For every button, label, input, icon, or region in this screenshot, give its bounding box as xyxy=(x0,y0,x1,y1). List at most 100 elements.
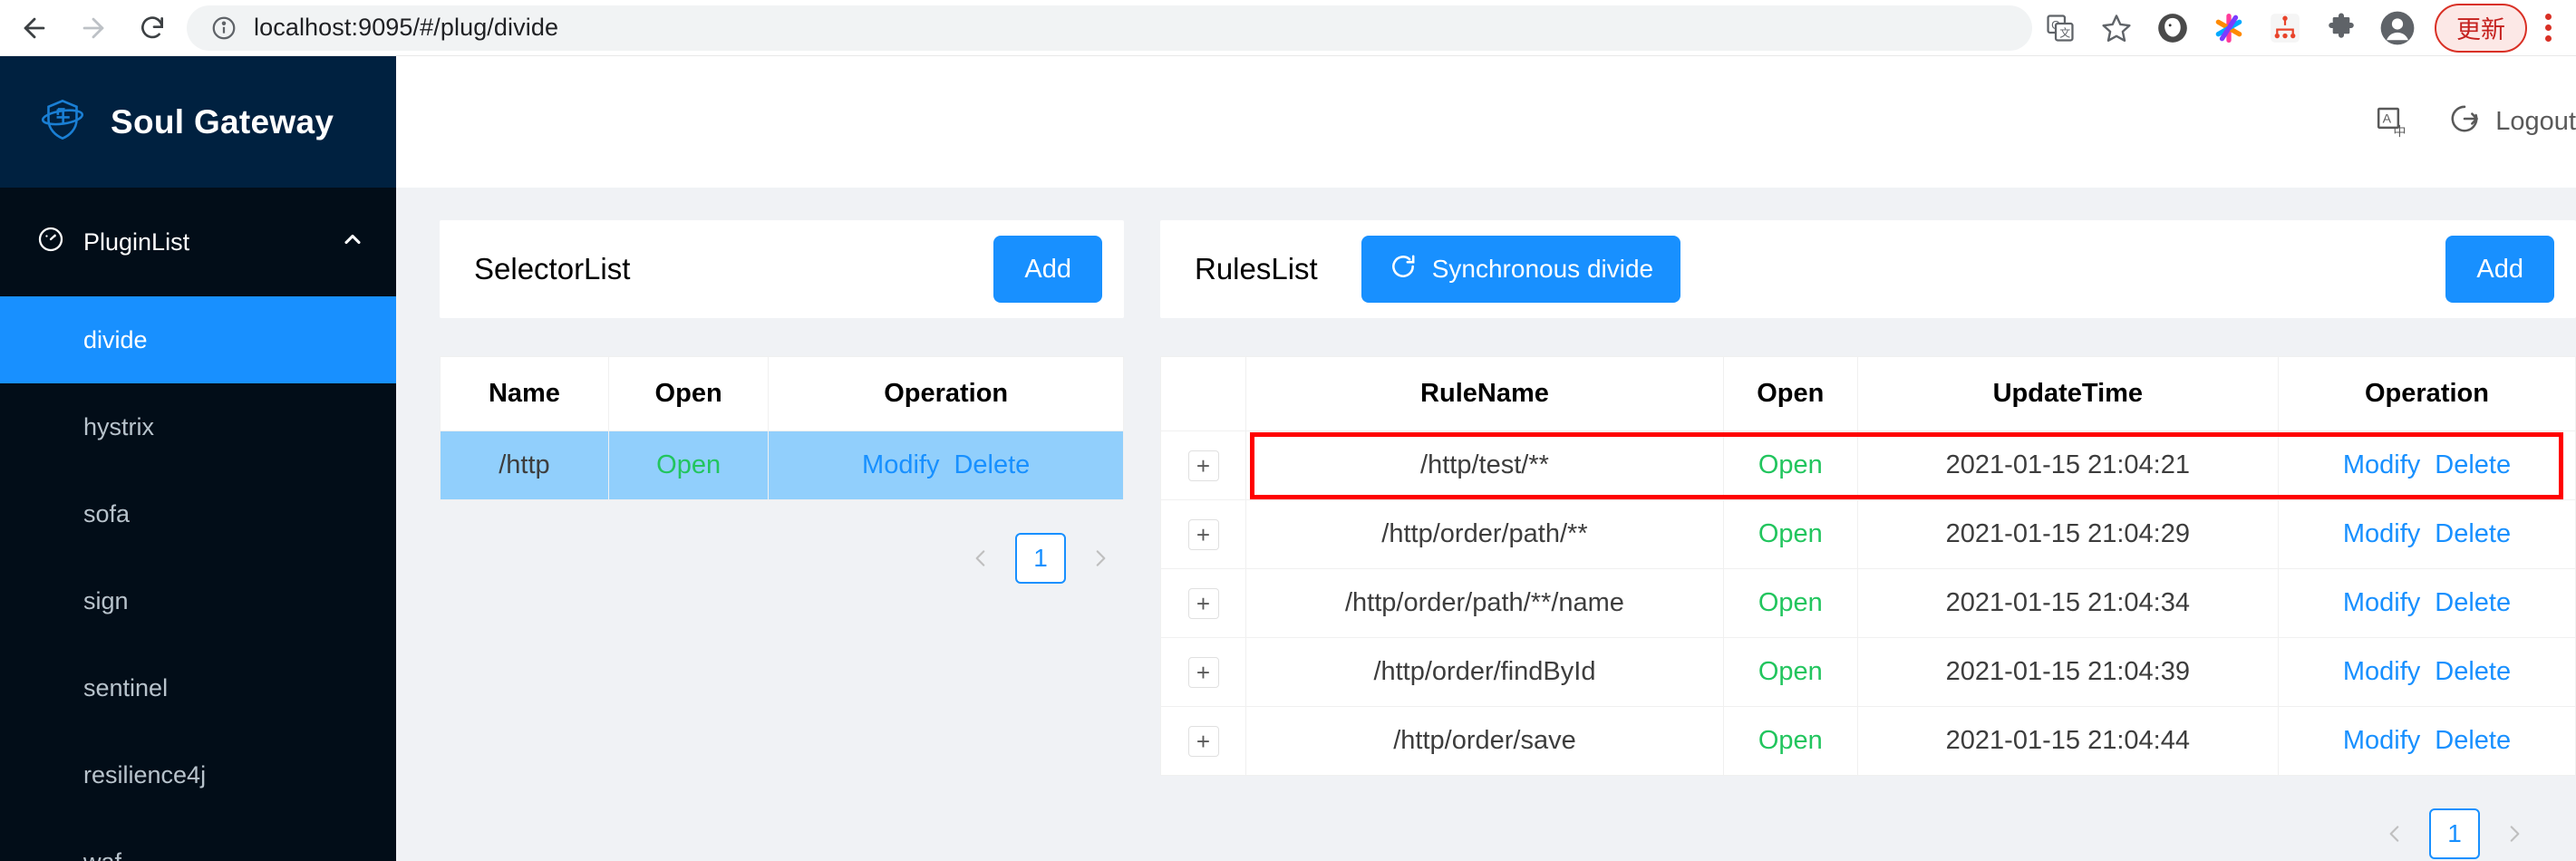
selector-table-header-row: Name Open Operation xyxy=(440,356,1124,431)
rules-pagination: 1 xyxy=(1160,808,2576,859)
rules-col-open: Open xyxy=(1722,356,1858,431)
rules-next-page-icon[interactable] xyxy=(2496,808,2532,859)
selector-panel-header: SelectorList Add xyxy=(440,220,1124,318)
plus-expand-icon[interactable]: + xyxy=(1187,518,1219,550)
rules-table-row[interactable]: + /http/order/findById Open 2021-01-15 21:0… xyxy=(1160,637,2576,707)
status-badge: Open xyxy=(1758,657,1823,686)
rules-updatetime-cell: 2021-01-15 21:04:29 xyxy=(1856,499,2279,569)
plus-expand-icon[interactable]: + xyxy=(1187,656,1219,688)
rules-expand-cell: + xyxy=(1160,637,1246,707)
app-shell: Soul Gateway PluginList divide hystrix sof… xyxy=(0,56,2576,861)
rules-table-row[interactable]: + /http/order/save Open 2021-01-15 21:04:44… xyxy=(1160,706,2576,776)
rules-rulename-cell: /http/order/path/** xyxy=(1245,499,1724,569)
profile-avatar-icon[interactable] xyxy=(2369,3,2426,53)
sidebar-item-hystrix[interactable]: hystrix xyxy=(0,383,396,470)
update-button[interactable]: 更新 xyxy=(2435,3,2528,53)
puzzle-extensions-icon[interactable] xyxy=(2313,3,2369,53)
rules-updatetime-cell: 2021-01-15 21:04:44 xyxy=(1856,706,2279,776)
rules-open-cell: Open xyxy=(1722,430,1858,500)
rules-rulename-cell: /http/order/save xyxy=(1245,706,1724,776)
rules-prev-page-icon[interactable] xyxy=(2377,808,2413,859)
sidebar-item-divide[interactable]: divide xyxy=(0,296,396,383)
app-topbar: A 中 Logout xyxy=(396,56,2576,188)
site-info-icon[interactable] xyxy=(210,15,237,42)
selector-table-row[interactable]: /http Open Modify Delete xyxy=(440,430,1124,500)
rules-modify-link[interactable]: Modify xyxy=(2343,519,2420,548)
rules-delete-link[interactable]: Delete xyxy=(2435,450,2511,479)
address-bar[interactable]: localhost:9095/#/plug/divide xyxy=(187,5,2033,51)
dashboard-icon xyxy=(36,225,65,260)
kebab-menu-icon[interactable] xyxy=(2527,3,2569,53)
svg-text:中: 中 xyxy=(2394,125,2407,140)
brand-header[interactable]: Soul Gateway xyxy=(0,56,396,188)
selector-add-button[interactable]: Add xyxy=(993,236,1102,303)
translate-icon[interactable]: G 文 xyxy=(2032,3,2088,53)
reload-button[interactable] xyxy=(130,5,174,52)
rules-delete-link[interactable]: Delete xyxy=(2435,726,2511,755)
refresh-icon xyxy=(1389,252,1418,287)
plus-expand-icon[interactable]: + xyxy=(1187,587,1219,619)
rules-modify-link[interactable]: Modify xyxy=(2343,657,2420,686)
rules-expand-cell: + xyxy=(1160,430,1246,500)
rules-col-rulename: RuleName xyxy=(1245,356,1724,431)
sidebar-item-label: sofa xyxy=(83,499,131,527)
selector-page-1[interactable]: 1 xyxy=(1015,533,1066,584)
chevron-up-icon[interactable] xyxy=(340,227,365,258)
rules-add-button[interactable]: Add xyxy=(2445,236,2554,303)
sidebar-item-waf[interactable]: waf xyxy=(0,818,396,861)
rules-delete-link[interactable]: Delete xyxy=(2435,657,2511,686)
rules-operation-cell: Modify Delete xyxy=(2277,706,2576,776)
rules-modify-link[interactable]: Modify xyxy=(2343,588,2420,617)
rules-panel-header: RulesList Synchronous divide Add xyxy=(1160,220,2576,318)
svg-text:文: 文 xyxy=(2059,25,2070,39)
rules-table-row[interactable]: + /http/order/path/**/name Open 2021-01-15 … xyxy=(1160,568,2576,638)
selector-prev-page-icon[interactable] xyxy=(963,533,999,584)
sidebar-item-sofa[interactable]: sofa xyxy=(0,470,396,557)
selector-next-page-icon[interactable] xyxy=(1082,533,1119,584)
rules-rulename-cell: /http/order/path/**/name xyxy=(1245,568,1724,638)
bookmark-star-icon[interactable] xyxy=(2088,3,2145,53)
rules-table-body: +/http/test/** Open 2021-01-15 21:04:21 Mod… xyxy=(1160,430,2576,776)
selector-table-wrap: Name Open Operation /http Open Modify Delete xyxy=(440,356,1124,500)
svg-text:A: A xyxy=(2383,111,2392,126)
sidebar-menu-pluginlist[interactable]: PluginList xyxy=(0,188,396,296)
colorful-asterisk-extension-icon[interactable] xyxy=(2201,3,2257,53)
language-switch-icon[interactable]: A 中 xyxy=(2361,91,2425,154)
sidebar-item-resilience4j[interactable]: resilience4j xyxy=(0,731,396,818)
rules-updatetime-cell: 2021-01-15 21:04:34 xyxy=(1856,568,2279,638)
rules-modify-link[interactable]: Modify xyxy=(2343,450,2420,479)
logout-label: Logout xyxy=(2495,107,2576,136)
rules-table: RuleName Open UpdateTime Operation +/http/t… xyxy=(1160,356,2576,776)
rules-table-row[interactable]: +/http/test/** Open 2021-01-15 21:04:21 Mod… xyxy=(1160,430,2576,500)
plus-expand-icon[interactable]: + xyxy=(1187,450,1219,481)
rules-delete-link[interactable]: Delete xyxy=(2435,588,2511,617)
rules-modify-link[interactable]: Modify xyxy=(2343,726,2420,755)
sidebar-item-sign[interactable]: sign xyxy=(0,557,396,644)
selector-col-operation: Operation xyxy=(768,356,1124,431)
browser-toolbar: localhost:9095/#/plug/divide G 文 xyxy=(0,0,2576,56)
rules-expand-cell: + xyxy=(1160,568,1246,638)
rules-operation-cell: Modify Delete xyxy=(2277,430,2576,500)
rules-page-1[interactable]: 1 xyxy=(2429,808,2480,859)
logout-button[interactable]: Logout xyxy=(2448,102,2576,142)
status-badge: Open xyxy=(1758,519,1823,548)
rules-delete-link[interactable]: Delete xyxy=(2435,519,2511,548)
rules-open-cell: Open xyxy=(1722,499,1858,569)
forward-button[interactable] xyxy=(72,5,116,52)
cat-extension-icon[interactable] xyxy=(2145,3,2201,53)
rules-panel-title: RulesList xyxy=(1195,252,1318,285)
status-badge: Open xyxy=(1758,450,1823,479)
rules-table-row[interactable]: + /http/order/path/** Open 2021-01-15 21:04… xyxy=(1160,499,2576,569)
synchronous-divide-button[interactable]: Synchronous divide xyxy=(1361,236,1681,303)
rules-col-updatetime: UpdateTime xyxy=(1856,356,2279,431)
plus-expand-icon[interactable]: + xyxy=(1187,725,1219,757)
sidebar-item-sentinel[interactable]: sentinel xyxy=(0,644,396,731)
sitemap-extension-icon[interactable] xyxy=(2257,3,2313,53)
selector-delete-link[interactable]: Delete xyxy=(954,450,1030,479)
rules-operation-cell: Modify Delete xyxy=(2277,568,2576,638)
main-area: A 中 Logout SelectorList Add Name Open Op… xyxy=(396,56,2576,861)
selector-modify-link[interactable]: Modify xyxy=(862,450,939,479)
rules-rulename-cell: /http/order/findById xyxy=(1245,637,1724,707)
rules-expand-cell: + xyxy=(1160,499,1246,569)
back-button[interactable] xyxy=(13,5,57,52)
